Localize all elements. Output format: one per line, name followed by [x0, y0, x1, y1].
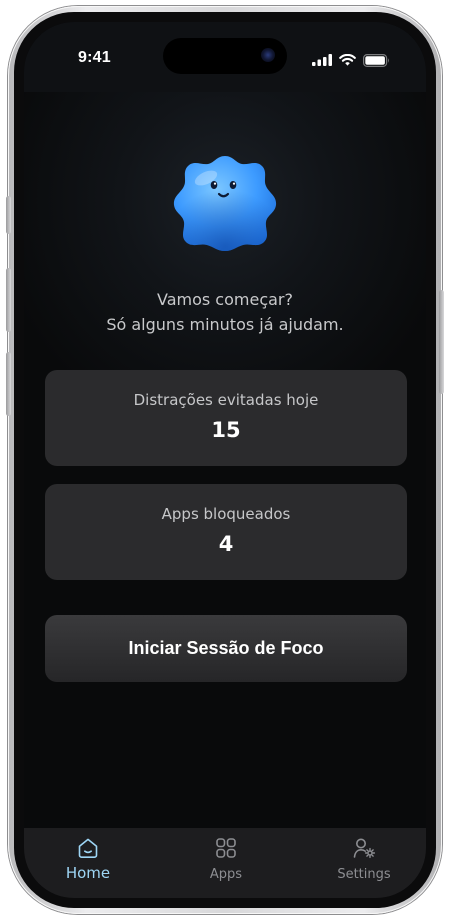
mascot-icon	[173, 156, 277, 251]
intro-question: Vamos começar?	[157, 290, 293, 309]
tab-home-label: Home	[65, 864, 111, 882]
blocked-apps-count: 4	[218, 532, 234, 556]
distractions-card: Distrações evitadas hoje 15	[45, 370, 407, 466]
blocked-apps-label: Apps bloqueados	[161, 505, 291, 523]
app-screen: 9:41 Vamos começar? Só alguns minutos já…	[24, 22, 426, 898]
status-time: 9:41	[78, 49, 111, 66]
volume-up-button	[6, 268, 11, 332]
camera-icon	[261, 48, 275, 62]
tab-apps-label: Apps	[209, 867, 243, 882]
grid-icon	[216, 838, 236, 858]
signal-icon	[312, 54, 332, 66]
intro-text: Vamos começar? Só alguns minutos já ajud…	[24, 287, 426, 337]
distractions-label: Distrações evitadas hoje	[133, 391, 319, 409]
power-button	[439, 290, 444, 394]
tab-apps[interactable]: Apps	[166, 828, 286, 888]
volume-down-button	[6, 352, 11, 416]
action-button	[6, 196, 11, 234]
user-settings-icon	[353, 838, 376, 859]
home-icon	[78, 838, 98, 858]
status-bar: 9:41	[24, 22, 426, 92]
start-focus-session-button[interactable]: Iniciar Sessão de Foco	[45, 615, 407, 682]
distractions-count: 15	[211, 418, 241, 442]
wifi-icon	[339, 54, 356, 66]
tab-settings-label: Settings	[337, 867, 391, 882]
dynamic-island	[163, 38, 287, 74]
tab-home[interactable]: Home	[28, 828, 148, 888]
blocked-apps-card: Apps bloqueados 4	[45, 484, 407, 580]
status-icons	[312, 53, 390, 67]
battery-icon	[363, 53, 389, 67]
intro-subtitle: Só alguns minutos já ajudam.	[106, 315, 344, 334]
tab-settings[interactable]: Settings	[304, 828, 424, 888]
tab-bar: Home Apps Settings	[24, 828, 426, 898]
